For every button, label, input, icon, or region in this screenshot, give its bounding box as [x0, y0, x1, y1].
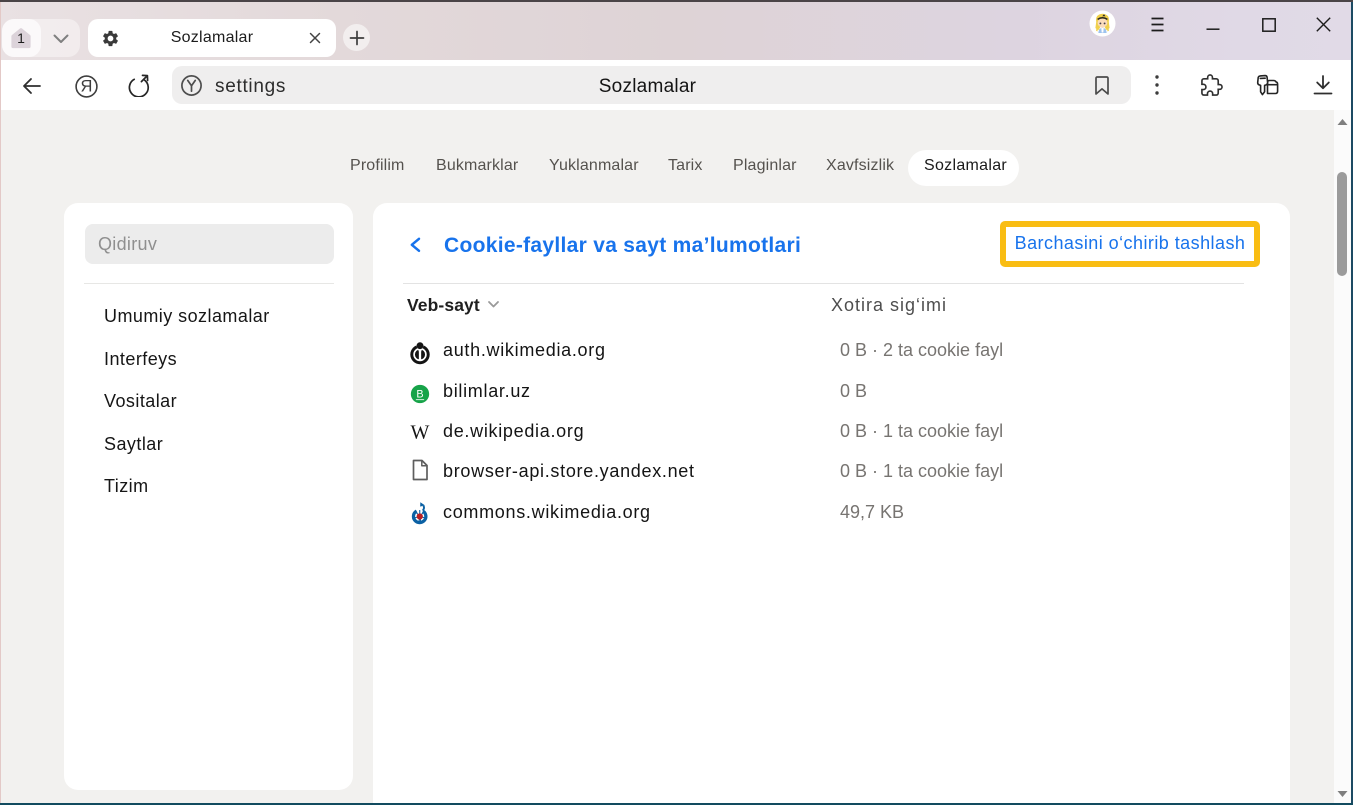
- svg-text:Я: Я: [81, 77, 93, 95]
- svg-text:W: W: [411, 424, 430, 444]
- svg-text:1: 1: [17, 30, 25, 46]
- svg-text:B: B: [416, 388, 423, 400]
